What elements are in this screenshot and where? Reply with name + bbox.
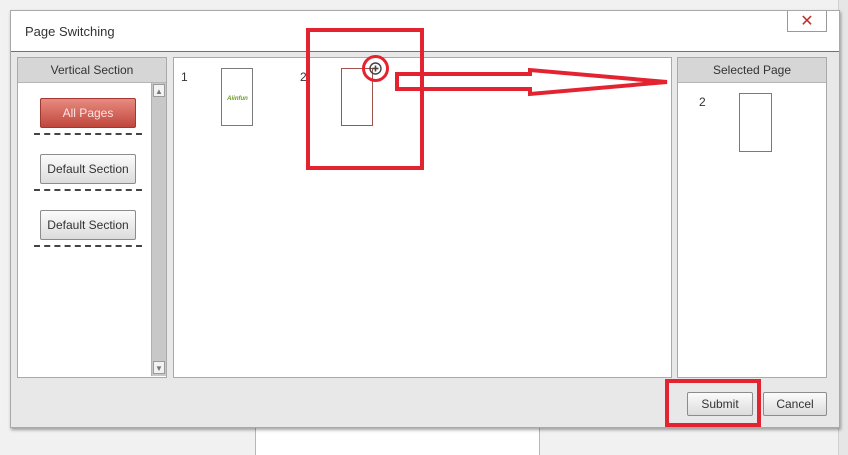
arrow-shape bbox=[395, 67, 668, 97]
annotation-box-submit bbox=[665, 379, 761, 427]
